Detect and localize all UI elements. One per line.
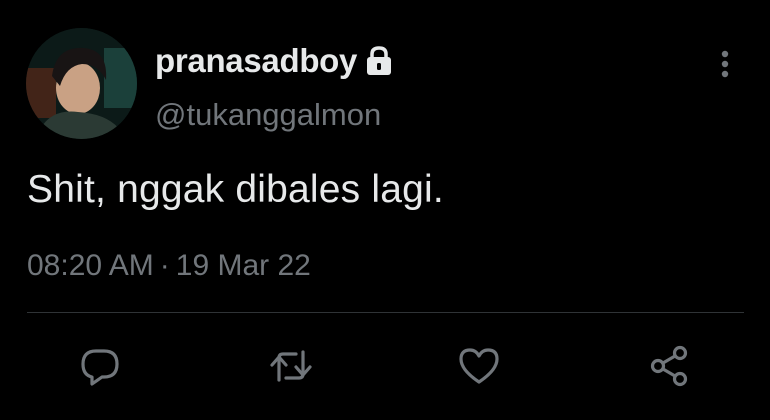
avatar-image bbox=[26, 28, 137, 139]
display-name[interactable]: pranasadboy bbox=[155, 42, 395, 80]
lock-icon bbox=[363, 44, 395, 78]
retweet-icon bbox=[270, 350, 312, 382]
share-button[interactable] bbox=[646, 343, 692, 389]
display-name-text: pranasadboy bbox=[155, 42, 358, 79]
tweet-date[interactable]: 19 Mar 22 bbox=[176, 249, 311, 282]
user-handle[interactable]: @tukanggalmon bbox=[155, 97, 381, 133]
reply-icon bbox=[81, 349, 119, 386]
divider bbox=[27, 312, 744, 313]
tweet-meta: 08:20 AM · 19 Mar 22 bbox=[27, 249, 311, 283]
avatar[interactable] bbox=[26, 28, 137, 139]
tweet-time[interactable]: 08:20 AM bbox=[27, 249, 154, 282]
tweet-text: Shit, nggak dibales lagi. bbox=[27, 168, 444, 211]
more-vertical-icon[interactable] bbox=[712, 48, 738, 82]
like-button[interactable] bbox=[456, 343, 502, 389]
reply-button[interactable] bbox=[77, 343, 123, 389]
retweet-button[interactable] bbox=[268, 343, 314, 389]
share-icon bbox=[650, 345, 688, 387]
meta-separator: · bbox=[159, 249, 170, 282]
heart-icon bbox=[459, 348, 499, 384]
